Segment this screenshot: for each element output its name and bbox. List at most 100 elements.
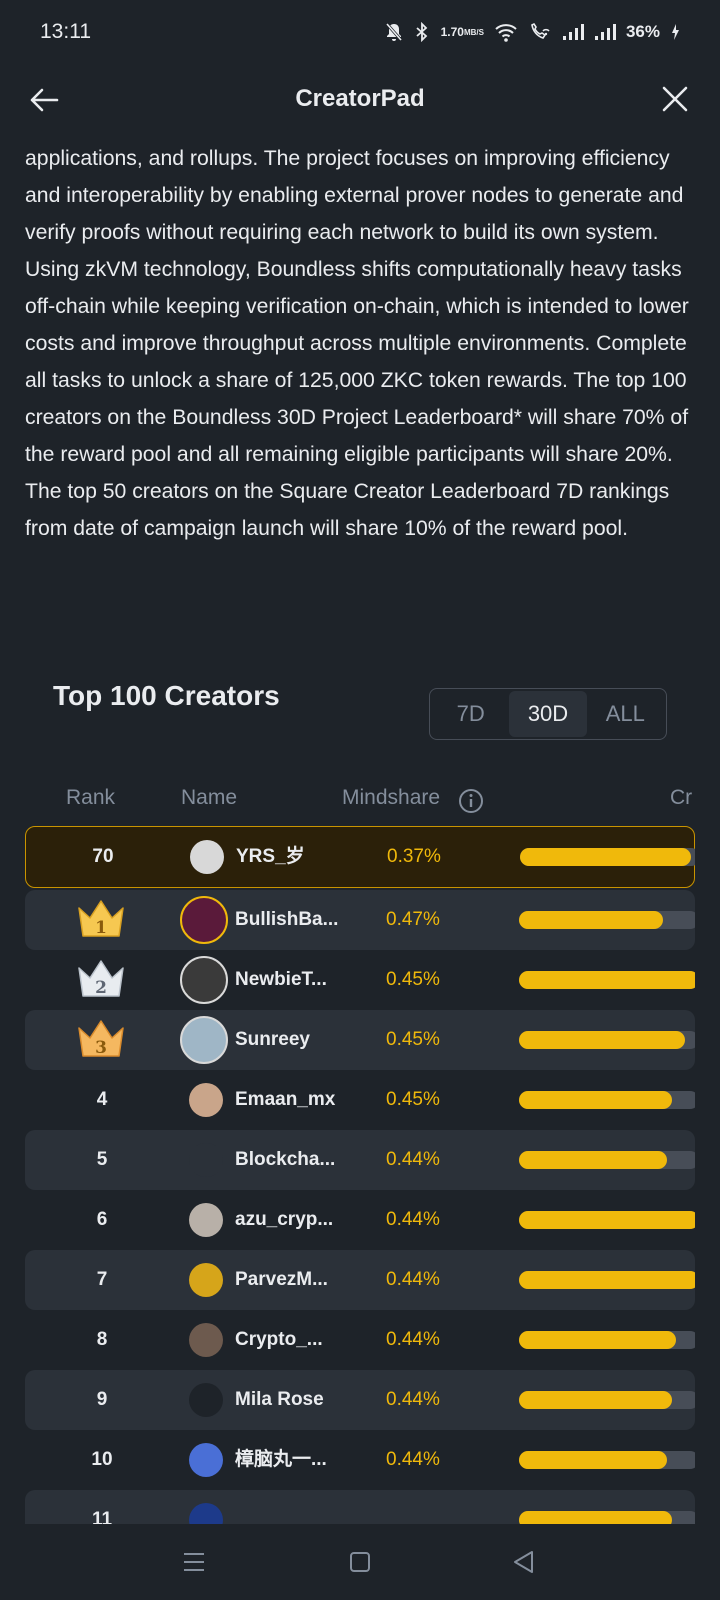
my-rank-row[interactable]: 70 YRS_岁 0.37% — [25, 826, 695, 888]
mindshare-bar-fill — [519, 1271, 695, 1289]
avatar — [189, 1143, 223, 1177]
creator-name: azu_cryp... — [235, 1209, 334, 1230]
avatar — [180, 896, 228, 944]
table-header: Rank Name Mindshare Cr — [0, 780, 720, 820]
mindshare-value: 0.45% — [386, 1089, 440, 1110]
back-button[interactable] — [28, 84, 60, 116]
creator-name: Mila Rose — [235, 1389, 324, 1410]
period-tab-7d[interactable]: 7D — [432, 691, 509, 737]
rank-number: 9 — [96, 1389, 108, 1410]
avatar — [189, 1503, 223, 1526]
mindshare-value: 0.47% — [386, 909, 440, 930]
mindshare-bar — [520, 848, 695, 866]
wifi-calling-icon — [528, 22, 552, 42]
avatar — [189, 1383, 223, 1417]
crown-icon: 3 — [78, 1020, 124, 1058]
table-row[interactable]: 9 Mila Rose 0.44% — [25, 1370, 695, 1430]
table-row[interactable]: 4 Emaan_mx 0.45% — [25, 1070, 695, 1130]
creator-name: BullishBa... — [235, 909, 339, 930]
avatar — [190, 840, 224, 874]
creator-name: Sunreey — [235, 1029, 310, 1050]
column-name: Name — [181, 786, 238, 809]
avatar — [189, 1083, 223, 1117]
creator-name: Emaan_mx — [235, 1089, 336, 1110]
mindshare-bar — [519, 1151, 695, 1169]
mindshare-bar-fill — [519, 1091, 672, 1109]
system-nav-bar — [0, 1524, 720, 1600]
table-row[interactable]: 5 Blockcha... 0.44% — [25, 1130, 695, 1190]
table-row[interactable]: 6 azu_cryp... 0.44% — [25, 1190, 695, 1250]
column-mindshare: Mindshare — [342, 786, 441, 809]
home-button[interactable] — [344, 1546, 376, 1578]
rank-number: 10 — [91, 1449, 113, 1470]
period-selector: 7D 30D ALL — [429, 688, 667, 740]
table-row[interactable]: 8 Crypto_... 0.44% — [25, 1310, 695, 1370]
mindshare-bar — [519, 911, 695, 929]
rank-number: 6 — [96, 1209, 108, 1230]
battery-level: 36% — [625, 22, 660, 41]
info-icon[interactable] — [458, 788, 484, 814]
table-row[interactable]: 2 NewbieT... 0.45% — [25, 950, 695, 1010]
mindshare-value: 0.44% — [386, 1389, 440, 1410]
crown-icon: 2 — [78, 960, 124, 998]
mindshare-bar — [519, 1391, 695, 1409]
back-nav-button[interactable] — [508, 1546, 540, 1578]
close-button[interactable] — [660, 84, 690, 114]
home-square-icon — [350, 1552, 370, 1572]
mindshare-value: 0.44% — [386, 1149, 440, 1170]
creator-name: YRS_岁 — [236, 846, 305, 867]
period-tab-30d[interactable]: 30D — [509, 691, 587, 737]
back-triangle-icon — [514, 1551, 533, 1573]
leaderboard-table: 70 YRS_岁 0.37% 1 BullishBa... 0.47% 2 Newbie… — [25, 826, 695, 1526]
table-row[interactable]: 11 — [25, 1490, 695, 1526]
rank-number: 8 — [96, 1329, 108, 1350]
rank-number: 4 — [96, 1089, 108, 1110]
mindshare-bar — [519, 1271, 695, 1289]
rank-number: 11 — [91, 1509, 113, 1526]
avatar — [189, 1323, 223, 1357]
creator-name: NewbieT... — [235, 969, 327, 990]
creator-name: Blockcha... — [235, 1149, 336, 1170]
table-row[interactable]: 10 樟脑丸一... 0.44% — [25, 1430, 695, 1490]
campaign-description: applications, and rollups. The project f… — [25, 147, 689, 540]
mindshare-value: 0.37% — [387, 846, 441, 867]
mindshare-value: 0.44% — [386, 1269, 440, 1290]
rank-number: 1 — [95, 918, 107, 938]
mindshare-bar — [519, 1031, 695, 1049]
mindshare-bar-fill — [519, 1211, 695, 1229]
creator-name: 樟脑丸一... — [235, 1449, 327, 1470]
mindshare-value: 0.44% — [386, 1329, 440, 1350]
mindshare-value: 0.44% — [386, 1449, 440, 1470]
net-speed-value: 1.70 — [440, 24, 464, 39]
rank-number: 7 — [96, 1269, 108, 1290]
table-row[interactable]: 7 ParvezM... 0.44% — [25, 1250, 695, 1310]
mindshare-bar-fill — [519, 971, 695, 989]
mindshare-value: 0.45% — [386, 969, 440, 990]
mindshare-bar-fill — [519, 1331, 676, 1349]
mindshare-bar — [519, 1211, 695, 1229]
net-speed-unit: MB/S — [463, 27, 484, 37]
rank-number: 70 — [92, 846, 114, 867]
status-bar: 13:11 1.70 MB/S 36% — [0, 0, 720, 64]
wifi-icon — [494, 22, 518, 42]
menu-button[interactable] — [178, 1546, 210, 1578]
table-row[interactable]: 3 Sunreey 0.45% — [25, 1010, 695, 1070]
status-icons: 1.70 MB/S 36% — [385, 22, 680, 42]
table-row[interactable]: 1 BullishBa... 0.47% — [25, 890, 695, 950]
mindshare-bar-fill — [519, 1391, 672, 1409]
rank-number: 3 — [95, 1038, 107, 1058]
rank-number: 2 — [95, 978, 107, 998]
mindshare-bar-fill — [519, 1451, 667, 1469]
signal-icon — [594, 23, 616, 41]
period-tab-all[interactable]: ALL — [587, 691, 664, 737]
avatar — [189, 1203, 223, 1237]
crown-icon: 1 — [78, 900, 124, 938]
bluetooth-icon — [413, 22, 431, 42]
mindshare-bar — [519, 1451, 695, 1469]
creator-name: Crypto_... — [235, 1329, 323, 1350]
app-header: CreatorPad — [0, 64, 720, 134]
battery-charging-icon — [670, 22, 680, 42]
page-title: CreatorPad — [295, 85, 425, 112]
status-time: 13:11 — [40, 20, 91, 43]
mindshare-bar-fill — [520, 848, 691, 866]
